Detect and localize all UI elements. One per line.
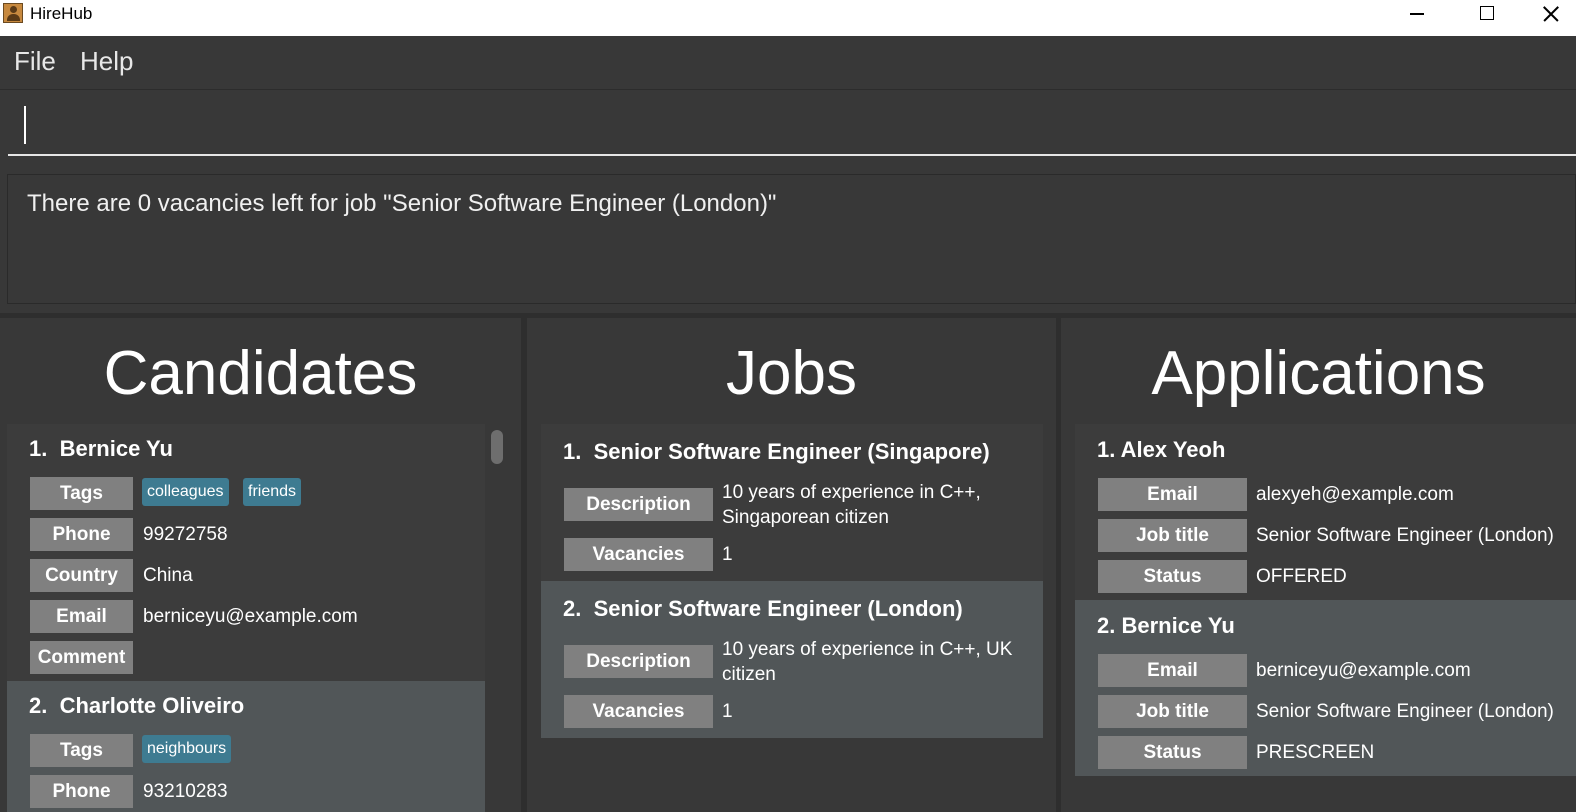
job-card[interactable]: 1. Senior Software Engineer (Singapore) … [541, 424, 1043, 581]
vacancies-label: Vacancies [564, 538, 713, 571]
phone-label: Phone [30, 518, 133, 551]
close-icon[interactable] [1532, 0, 1576, 28]
email-value: berniceyu@example.com [1256, 660, 1471, 681]
description-label: Description [564, 645, 713, 678]
app-icon [3, 3, 23, 23]
email-label: Email [30, 600, 133, 633]
candidate-card[interactable]: 1. Bernice Yu Tags colleagues friends Ph… [7, 424, 485, 681]
candidate-name: 2. Charlotte Oliveiro [29, 693, 245, 718]
email-value: berniceyu@example.com [143, 606, 358, 627]
phone-value: 99272758 [143, 524, 228, 545]
email-label: Email [1098, 478, 1247, 511]
candidate-name: 1. Bernice Yu [29, 436, 173, 461]
job-title-value: Senior Software Engineer (London) [1256, 701, 1554, 722]
status-value: OFFERED [1256, 566, 1347, 587]
status-label: Status [1098, 736, 1247, 769]
country-value: China [143, 565, 193, 586]
text-caret [24, 106, 26, 144]
maximize-icon[interactable] [1464, 0, 1510, 28]
status-label: Status [1098, 560, 1247, 593]
phone-label: Phone [30, 775, 133, 808]
result-display: There are 0 vacancies left for job "Seni… [7, 174, 1576, 304]
application-card[interactable]: 2. Bernice Yu Email berniceyu@example.co… [1075, 600, 1576, 776]
menu-help[interactable]: Help [80, 46, 133, 77]
description-value: 10 years of experience in C++, Singapore… [722, 482, 981, 528]
minimize-icon[interactable] [1392, 0, 1438, 28]
vacancies-label: Vacancies [564, 695, 713, 728]
applicant-name: 1. Alex Yeoh [1097, 437, 1226, 462]
job-card[interactable]: 2. Senior Software Engineer (London) Des… [541, 581, 1043, 738]
candidates-scrollbar[interactable] [489, 428, 505, 812]
applications-panel: Applications 1. Alex Yeoh Email alexyeh@… [1061, 318, 1576, 812]
description-value: 10 years of experience in C++, UK citize… [722, 639, 1013, 685]
tag-badge: friends [243, 478, 302, 506]
job-title-value: Senior Software Engineer (London) [1256, 525, 1554, 546]
job-title-label: Job title [1098, 695, 1247, 728]
command-area [0, 90, 1576, 170]
comment-label: Comment [30, 641, 133, 674]
jobs-panel: Jobs 1. Senior Software Engineer (Singap… [527, 318, 1056, 812]
candidate-card[interactable]: 2. Charlotte Oliveiro Tags neighbours Ph… [7, 681, 485, 812]
tags-label: Tags [30, 477, 133, 510]
window-title: HireHub [30, 4, 93, 23]
tag-badge: neighbours [142, 735, 232, 763]
application-card[interactable]: 1. Alex Yeoh Email alexyeh@example.com J… [1075, 424, 1576, 600]
jobs-title: Jobs [726, 339, 857, 408]
status-value: PRESCREEN [1256, 742, 1375, 763]
country-label: Country [30, 559, 133, 592]
candidates-panel: Candidates 1. Bernice Yu Tags colleagues… [0, 318, 521, 812]
menu-file[interactable]: File [14, 46, 56, 77]
title-bar: HireHub [0, 0, 1576, 36]
tags-label: Tags [30, 734, 133, 767]
phone-value: 93210283 [143, 781, 228, 802]
applicant-name: 2. Bernice Yu [1097, 613, 1235, 638]
job-title: 2. Senior Software Engineer (London) [563, 596, 963, 621]
job-title: 1. Senior Software Engineer (Singapore) [563, 439, 990, 464]
menu-bar: File Help [0, 36, 1576, 90]
scroll-thumb[interactable] [491, 430, 503, 464]
applications-title: Applications [1151, 339, 1486, 408]
result-message: There are 0 vacancies left for job "Seni… [27, 190, 777, 217]
vacancies-value: 1 [722, 701, 733, 722]
email-value: alexyeh@example.com [1256, 484, 1454, 505]
email-label: Email [1098, 654, 1247, 687]
description-label: Description [564, 488, 713, 521]
job-title-label: Job title [1098, 519, 1247, 552]
command-input[interactable] [8, 90, 1576, 156]
tag-badge: colleagues [142, 478, 229, 506]
vacancies-value: 1 [722, 544, 733, 565]
candidates-title: Candidates [103, 339, 418, 408]
